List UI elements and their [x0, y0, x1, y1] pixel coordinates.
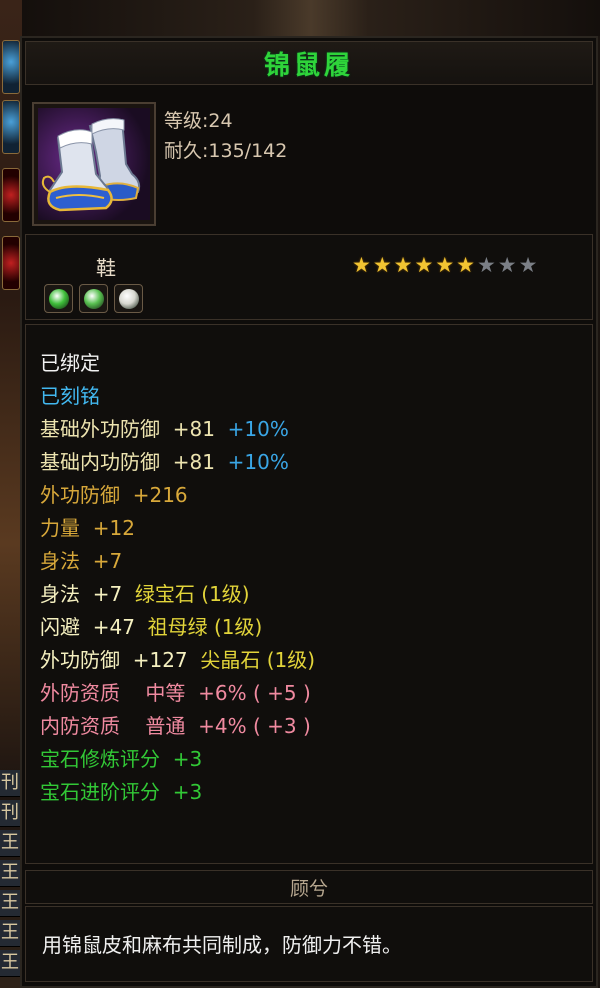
- gem-slot[interactable]: [79, 284, 108, 313]
- attribute-text: 祖母绿 (1级): [147, 615, 263, 639]
- side-slot[interactable]: [2, 40, 20, 94]
- star-icon: ★: [435, 253, 455, 277]
- star-icon: ★: [518, 253, 538, 277]
- attribute-text: +10%: [214, 450, 289, 474]
- attribute-line: 已绑定: [40, 347, 100, 376]
- star-icon: ★: [372, 253, 392, 277]
- attribute-line: 宝石修炼评分 +3: [40, 743, 202, 772]
- attribute-text: 内防资质 普通 +4% ( +3 ): [40, 714, 311, 738]
- description-panel: 用锦鼠皮和麻布共同制成，防御力不错。: [25, 906, 593, 982]
- star-icon: ★: [352, 253, 371, 277]
- item-level: 等级:24: [164, 110, 233, 132]
- star-rating: ★ ★ ★ ★ ★ ★ ★ ★ ★: [352, 254, 537, 276]
- attribute-text: 宝石进阶评分 +3: [40, 780, 203, 804]
- gem-slot[interactable]: [44, 284, 73, 313]
- side-slot[interactable]: [2, 100, 20, 154]
- item-durability: 耐久:135/142: [164, 140, 288, 162]
- title-bar: 锦鼠履: [25, 41, 593, 85]
- side-char: 王: [0, 890, 20, 917]
- attribute-line: 内防资质 普通 +4% ( +3 ): [40, 710, 311, 739]
- attribute-text: 闪避 +47: [40, 615, 148, 639]
- leaf-gem-icon: [83, 288, 104, 309]
- attribute-line: 闪避 +47 祖母绿 (1级): [40, 611, 262, 640]
- boot-icon: [38, 108, 150, 220]
- star-icon: ★: [414, 253, 434, 277]
- attribute-text: +10%: [214, 417, 289, 441]
- side-char: 刊: [0, 800, 20, 827]
- attribute-text: 基础外功防御 +81: [40, 417, 215, 441]
- star-icon: ★: [476, 253, 496, 277]
- attribute-text: 外功防御 +127: [40, 648, 201, 672]
- item-name: 锦鼠履: [263, 50, 354, 81]
- attribute-text: 已刻铭: [40, 384, 100, 408]
- attribute-line: 力量 +12: [40, 512, 135, 541]
- attribute-text: 外功防御 +216: [40, 483, 188, 507]
- attribute-text: 外防资质 中等 +6% ( +5 ): [40, 681, 311, 705]
- side-char: 刊: [0, 770, 20, 797]
- item-icon-frame: [32, 102, 156, 226]
- side-slot[interactable]: [2, 236, 20, 290]
- star-icon: ★: [393, 253, 413, 277]
- side-slot[interactable]: [2, 168, 20, 222]
- attribute-line: 宝石进阶评分 +3: [40, 776, 202, 805]
- side-char: 王: [0, 950, 20, 977]
- attribute-text: 基础内功防御 +81: [40, 450, 215, 474]
- attribute-text: 绿宝石 (1级): [134, 582, 250, 606]
- item-type: 鞋: [96, 256, 116, 280]
- item-tooltip: 锦鼠履 等级:24 耐久:135/142 鞋 ★ ★ ★ ★ ★ ★ ★ ★ ★ 已绑定 已刻铭基…: [20, 36, 598, 988]
- star-icon: ★: [456, 253, 475, 277]
- attribute-line: 身法 +7: [40, 545, 122, 574]
- attribute-line: 身法 +7 绿宝石 (1级): [40, 578, 250, 607]
- star-icon: ★: [497, 253, 517, 277]
- rune-gem-icon: [118, 288, 139, 309]
- description-title: 顾兮: [289, 877, 328, 900]
- attribute-line: 基础外功防御 +81 +10%: [40, 413, 289, 442]
- attribute-text: 宝石修炼评分 +3: [40, 747, 203, 771]
- side-char: 王: [0, 860, 20, 887]
- attribute-text: 身法 +7: [40, 549, 123, 573]
- attribute-list: 已绑定 已刻铭 基础外功防御 +81 +10% 基础内功防御 +81 +10% 外功防御…: [25, 324, 593, 864]
- description-header: 顾兮: [25, 870, 593, 904]
- attribute-line: 外功防御 +216: [40, 479, 188, 508]
- attribute-line: 已刻铭: [40, 380, 100, 409]
- attribute-line: 外防资质 中等 +6% ( +5 ): [40, 677, 311, 706]
- gem-slots: [44, 284, 143, 313]
- attribute-line: 外功防御 +127 尖晶石 (1级): [40, 644, 315, 673]
- attribute-line: 基础内功防御 +81 +10%: [40, 446, 289, 475]
- character-backdrop: [22, 0, 600, 36]
- attribute-text: 尖晶石 (1级): [200, 648, 316, 672]
- side-char: 王: [0, 830, 20, 857]
- side-char: 王: [0, 920, 20, 947]
- attribute-text: 身法 +7: [40, 582, 135, 606]
- green-gem-icon: [48, 288, 69, 309]
- attribute-text: 力量 +12: [40, 516, 135, 540]
- attribute-text: 已绑定: [40, 351, 100, 375]
- gem-slot[interactable]: [114, 284, 143, 313]
- side-inventory-strip: 刊刊王王王王王: [0, 0, 22, 988]
- item-description: 用锦鼠皮和麻布共同制成，防御力不错。: [42, 933, 402, 957]
